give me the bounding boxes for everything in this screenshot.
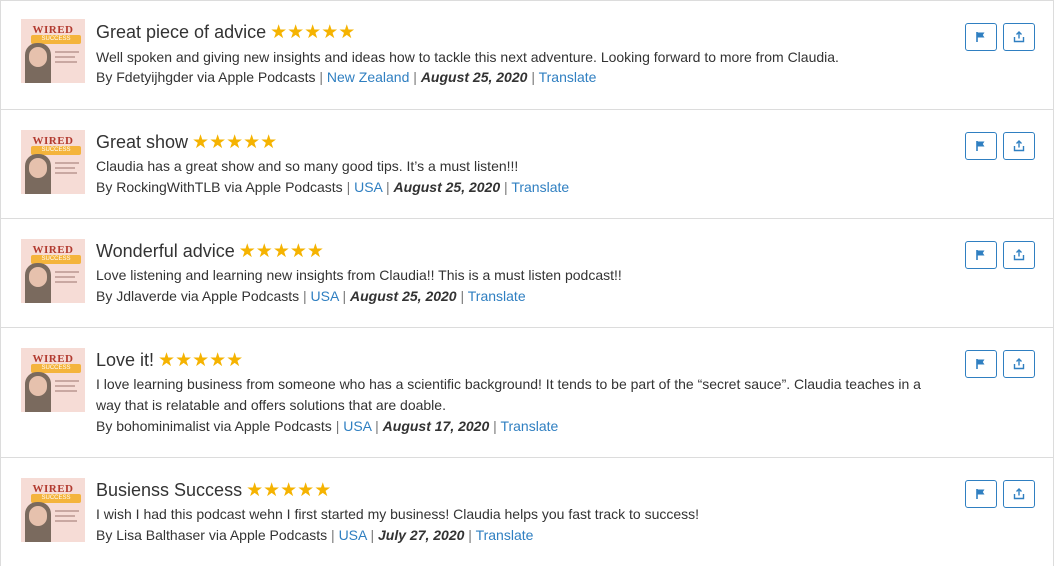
separator: | [342,288,347,304]
review-date: August 25, 2020 [349,288,457,304]
separator: | [319,69,323,85]
cover-face [29,506,47,526]
review-date: August 17, 2020 [382,418,490,434]
flag-icon [976,489,985,499]
review-date: August 25, 2020 [420,69,528,85]
separator: | [460,288,465,304]
separator: | [413,69,417,85]
star-rating: ★★★★★ [158,350,244,371]
review-item: WIRED SUCCESS Great piece of advice ★★★★★… [1,1,1053,110]
star-rating: ★★★★★ [270,22,356,43]
separator: | [493,418,497,434]
cover-face [29,158,47,178]
flag-button[interactable] [965,23,997,51]
review-item: WIRED SUCCESS Love it! ★★★★★ I love learn… [1,328,1053,458]
podcast-cover-image: WIRED SUCCESS [21,239,85,303]
review-title: Busienss Success [96,480,243,500]
review-date: July 27, 2020 [378,527,465,543]
share-button[interactable] [1003,23,1035,51]
share-button[interactable] [1003,241,1035,269]
share-icon [1013,140,1025,152]
separator: | [386,179,390,195]
review-title: Wonderful advice [96,241,235,261]
share-button[interactable] [1003,480,1035,508]
flag-button[interactable] [965,350,997,378]
review-title-line: Wonderful advice ★★★★★ [96,240,324,263]
country-link[interactable]: USA [339,527,367,543]
flag-button[interactable] [965,132,997,160]
review-meta: By Lisa Balthaser via Apple Podcasts | U… [96,527,533,543]
review-title-line: Busienss Success ★★★★★ [96,479,331,502]
translate-link[interactable]: Translate [539,69,597,85]
review-author: By RockingWithTLB via Apple Podcasts [96,179,343,195]
separator: | [335,418,340,434]
share-button[interactable] [1003,132,1035,160]
review-title: Great show [96,132,189,152]
country-link[interactable]: USA [354,179,382,195]
separator: | [346,179,351,195]
translate-link[interactable]: Translate [476,527,534,543]
translate-link[interactable]: Translate [468,288,526,304]
review-item: WIRED SUCCESS Busienss Success ★★★★★ I wi… [1,458,1053,567]
review-author: By bohominimalist via Apple Podcasts [96,418,332,434]
cover-face [29,47,47,67]
review-title-line: Great piece of advice ★★★★★ [96,21,355,44]
review-meta: By Fdetyijhgder via Apple Podcasts | New… [96,69,596,85]
flag-icon [976,32,985,42]
reviews-list: WIRED SUCCESS Great piece of advice ★★★★★… [0,0,1054,566]
cover-face [29,267,47,287]
flag-icon [976,250,985,260]
country-link[interactable]: USA [311,288,339,304]
podcast-cover-image: WIRED SUCCESS [21,130,85,194]
review-title-line: Love it! ★★★★★ [96,349,243,372]
star-rating: ★★★★★ [238,241,324,262]
review-author: By Fdetyijhgder via Apple Podcasts [96,69,316,85]
podcast-cover-image: WIRED SUCCESS [21,348,85,412]
review-title-line: Great show ★★★★★ [96,131,277,154]
share-icon [1013,488,1025,500]
review-meta: By Jdlaverde via Apple Podcasts | USA | … [96,288,526,304]
share-icon [1013,249,1025,261]
share-icon [1013,31,1025,43]
country-link[interactable]: New Zealand [327,69,410,85]
review-title: Love it! [96,350,155,370]
separator: | [531,69,535,85]
review-author: By Jdlaverde via Apple Podcasts [96,288,300,304]
podcast-cover-image: WIRED SUCCESS [21,478,85,542]
review-item: WIRED SUCCESS Wonderful advice ★★★★★ Love… [1,219,1053,328]
review-body: Claudia has a great show and so many goo… [96,158,519,174]
translate-link[interactable]: Translate [500,418,558,434]
star-rating: ★★★★★ [192,132,278,153]
review-date: August 25, 2020 [393,179,501,195]
share-icon [1013,358,1025,370]
flag-button[interactable] [965,241,997,269]
review-item: WIRED SUCCESS Great show ★★★★★ Claudia ha… [1,110,1053,219]
podcast-cover-image: WIRED SUCCESS [21,19,85,83]
separator: | [370,527,375,543]
translate-link[interactable]: Translate [511,179,569,195]
separator: | [375,418,379,434]
country-link[interactable]: USA [343,418,371,434]
share-button[interactable] [1003,350,1035,378]
cover-face [29,376,47,396]
separator: | [468,527,472,543]
flag-button[interactable] [965,480,997,508]
review-body: Love listening and learning new insights… [96,267,622,283]
review-author: By Lisa Balthaser via Apple Podcasts [96,527,328,543]
review-meta: By bohominimalist via Apple Podcasts | U… [96,418,558,434]
review-body: I wish I had this podcast wehn I first s… [96,506,700,522]
review-body: Well spoken and giving new insights and … [96,49,839,65]
separator: | [331,527,335,543]
star-rating: ★★★★★ [246,480,332,501]
separator: | [504,179,508,195]
review-title: Great piece of advice [96,22,267,42]
flag-icon [976,359,985,369]
separator: | [303,288,307,304]
review-body: I love learning business from someone wh… [96,376,921,413]
flag-icon [976,141,985,151]
review-meta: By RockingWithTLB via Apple Podcasts | U… [96,179,569,195]
